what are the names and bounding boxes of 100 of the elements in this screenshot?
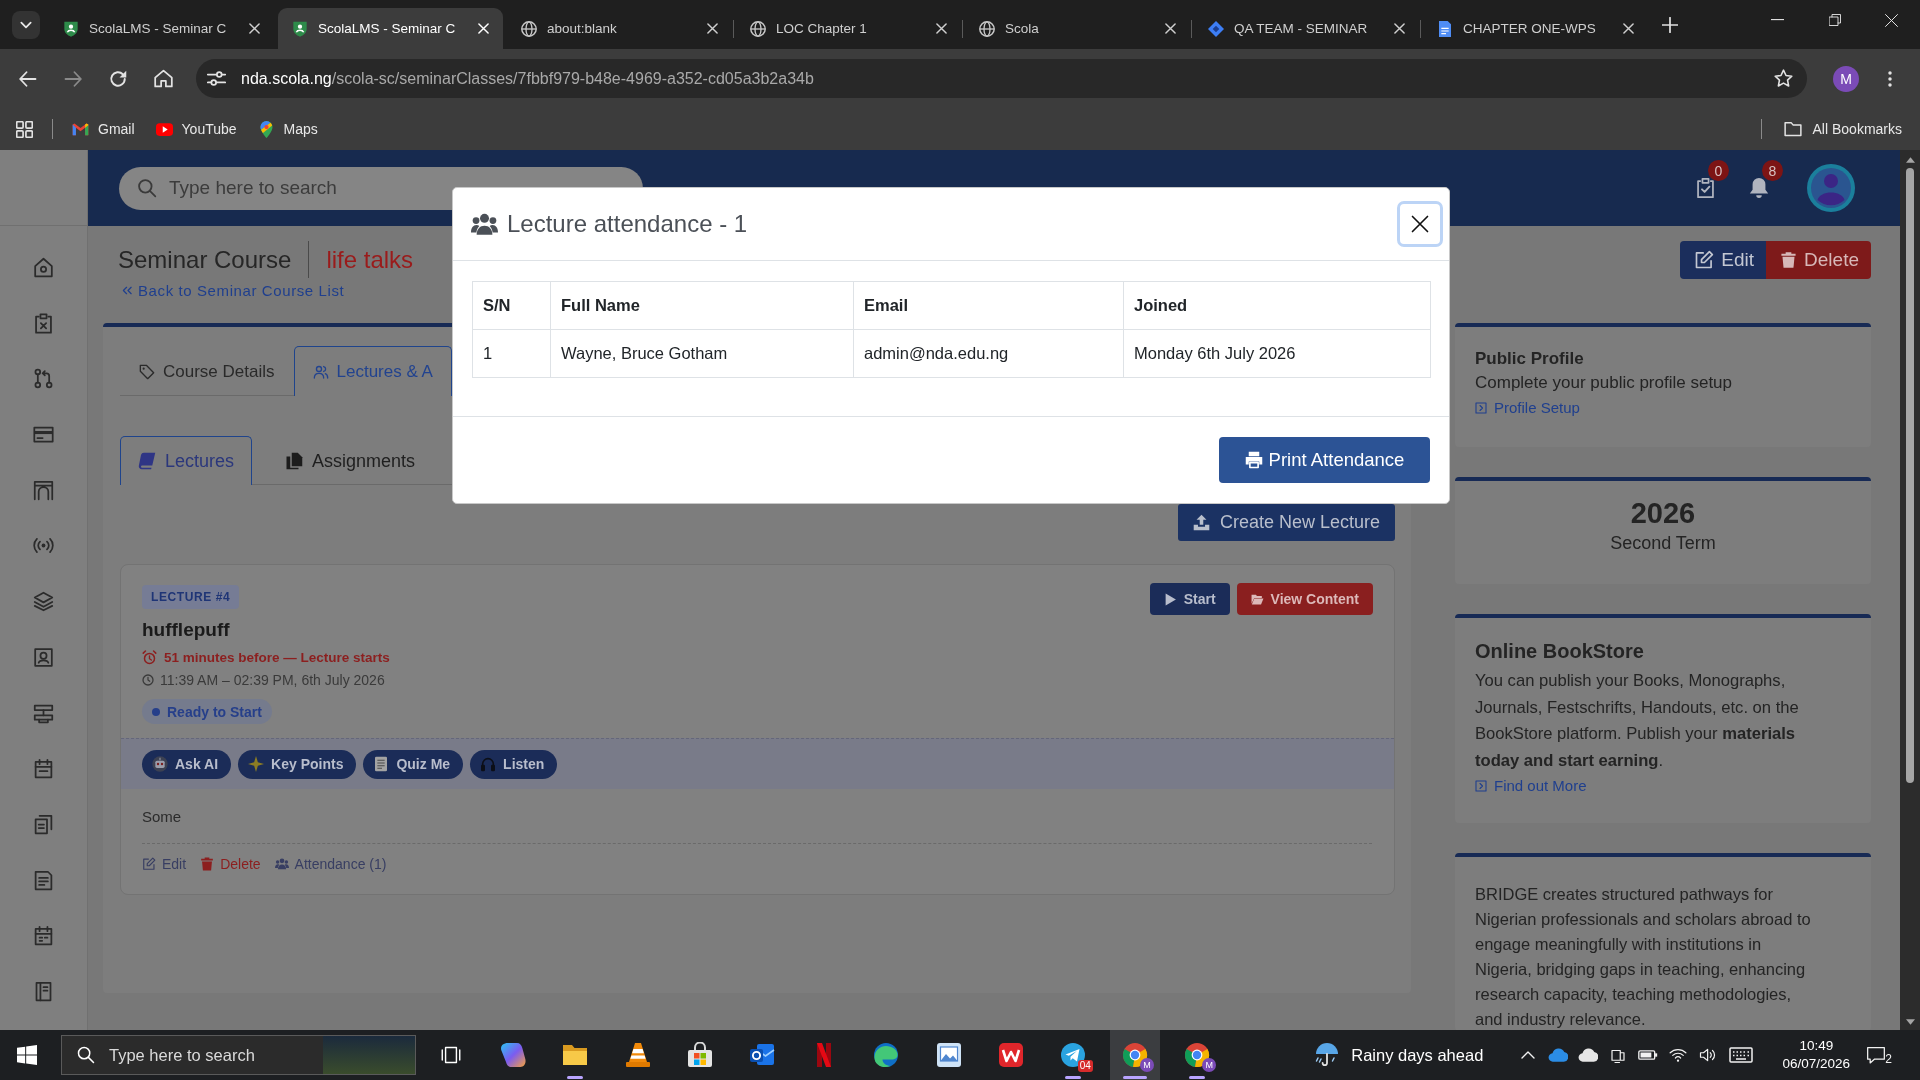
window-panes-icon[interactable] [17, 1045, 37, 1065]
close-icon[interactable] [1885, 13, 1898, 27]
wifi-icon[interactable] [1669, 1046, 1688, 1064]
tab-list-button[interactable] [12, 10, 40, 39]
scrollbar[interactable] [1900, 150, 1920, 1030]
clipboard-check-icon[interactable] [1694, 177, 1716, 199]
back-arrow-icon[interactable] [19, 69, 37, 88]
arrow-up-icon[interactable] [1905, 157, 1915, 163]
section-tab[interactable]: Assignments [267, 436, 434, 485]
printer-icon [1244, 451, 1263, 469]
upload-icon [1192, 514, 1210, 531]
arrow-down-icon[interactable] [1905, 1019, 1915, 1025]
browser-tab[interactable]: LOC Chapter 1 [736, 8, 961, 49]
close-icon[interactable] [1165, 23, 1176, 34]
home-icon[interactable] [33, 257, 54, 278]
speaker-icon[interactable] [1699, 1046, 1718, 1064]
folder-icon [1783, 120, 1802, 138]
speech-bubble-icon[interactable] [1866, 1045, 1887, 1065]
card-text: BRIDGE creates structured pathways for Nigerian professionals and scholars abroad to engage meaningfully with institutions in Nigeria, bridging gaps in teaching, enhancing research capacity, teaching methodologies, and industry relevance. [1475, 884, 1812, 1030]
close-icon[interactable] [707, 23, 718, 34]
table-cell: Wayne, Bruce Gotham [550, 329, 854, 378]
clipboard-icon[interactable] [33, 312, 54, 334]
lecture-description: Some [142, 807, 182, 825]
reload-icon[interactable] [109, 69, 127, 88]
notebook-icon[interactable] [33, 980, 54, 1002]
star-icon[interactable] [1774, 69, 1793, 88]
ai-tool-button[interactable]: Ask AI [142, 749, 232, 779]
browser-tab[interactable]: QA TEAM - SEMINAR [1194, 8, 1419, 49]
weather-button[interactable]: Rainy days ahead [1308, 1030, 1490, 1080]
all-bookmarks-button[interactable]: All Bookmarks [1783, 120, 1902, 138]
headphones-icon [480, 756, 497, 772]
crest-icon [63, 20, 79, 37]
bookmark-link[interactable]: Gmail [72, 120, 135, 138]
user-avatar-icon[interactable] [1807, 164, 1855, 212]
sparkle-icon [248, 756, 265, 772]
shopping-bag-icon [686, 1042, 713, 1068]
clock-time[interactable]: 10:49 [1799, 1037, 1834, 1055]
task-view-icon[interactable] [441, 1045, 461, 1065]
pencil-square-icon [142, 857, 156, 871]
calendar-icon[interactable] [33, 758, 54, 780]
folder-open-icon [1250, 592, 1264, 606]
ai-tool-button[interactable]: Quiz Me [363, 749, 464, 779]
browser-tab[interactable]: Scola [965, 8, 1190, 49]
taskbar-button[interactable]: M [1172, 1030, 1223, 1080]
print-attendance-button[interactable]: Print Attendance [1219, 437, 1430, 483]
minimize-icon[interactable] [1771, 19, 1784, 21]
contact-card-icon[interactable] [33, 646, 54, 668]
create-lecture-button[interactable]: Create New Lecture [1177, 504, 1395, 541]
count-badge: 8 [1762, 160, 1783, 181]
browser-tab[interactable]: ScolaLMS - Seminar C [278, 8, 503, 49]
course-tab[interactable]: Course Details [120, 346, 294, 396]
bell-icon[interactable] [1748, 177, 1770, 199]
edit-button[interactable]: Edit [1680, 241, 1767, 279]
calendar-icon[interactable] [33, 925, 54, 947]
clock-date[interactable]: 06/07/2026 [1782, 1055, 1851, 1073]
plus-icon[interactable] [1662, 16, 1678, 33]
rows-icon[interactable] [33, 702, 54, 724]
ai-tool-button[interactable]: Listen [470, 749, 558, 779]
scrollbar-thumb[interactable] [1906, 168, 1914, 783]
cloud-icon[interactable] [1578, 1045, 1599, 1065]
close-icon[interactable] [936, 23, 947, 34]
documents-icon[interactable] [33, 813, 54, 835]
branch-icon[interactable] [33, 368, 54, 390]
layers-icon[interactable] [33, 591, 54, 613]
column-header: Email [853, 281, 1124, 330]
profile-avatar[interactable]: M [1833, 65, 1859, 92]
close-icon[interactable] [1394, 23, 1405, 34]
browser-tab[interactable]: ScolaLMS - Seminar C [49, 8, 274, 49]
taskbar-button[interactable]: M [1110, 1030, 1161, 1080]
start-button[interactable]: Start [1149, 583, 1230, 615]
trash-icon [1780, 251, 1798, 269]
apps-grid-icon[interactable] [16, 120, 33, 138]
profile-badge: M [1202, 1058, 1217, 1072]
globe-icon [750, 20, 766, 37]
bookmark-link[interactable]: Maps [257, 120, 318, 138]
close-icon[interactable] [249, 23, 260, 34]
close-icon[interactable] [1623, 23, 1634, 34]
sliders-icon[interactable] [207, 69, 226, 88]
view-content-button[interactable]: View Content [1236, 583, 1373, 615]
taskbar-button[interactable]: 04 [1047, 1030, 1098, 1080]
term-text: Second Term [1610, 532, 1716, 555]
browser-tab[interactable]: about:blank [507, 8, 732, 49]
umbrella-icon [1314, 1042, 1341, 1068]
archway-icon[interactable] [33, 479, 54, 501]
ai-tool-button[interactable]: Key Points [238, 749, 357, 779]
globe-icon [979, 20, 995, 37]
column-header: Full Name [550, 281, 854, 330]
profile-badge: M [1140, 1058, 1155, 1072]
menu-icon[interactable] [1888, 69, 1892, 88]
forward-arrow-icon[interactable] [64, 69, 82, 88]
document-icon[interactable] [33, 869, 54, 891]
restore-icon[interactable] [1828, 14, 1841, 26]
delete-button[interactable]: Delete [1766, 241, 1871, 279]
lecture-number-tag: LECTURE #4 [142, 585, 240, 609]
close-button[interactable] [1397, 201, 1443, 247]
year-text: 2026 [1630, 496, 1696, 531]
bookmark-link[interactable]: YouTube [155, 120, 237, 138]
address-bar[interactable]: nda.scola.ng/scola-sc/seminarClasses/7fbbf979-b48e-4969-a352-cd05a3b2a34b [196, 59, 1807, 98]
browser-tab[interactable]: CHAPTER ONE-WPS [1423, 8, 1648, 49]
status-dot-icon [152, 707, 160, 716]
